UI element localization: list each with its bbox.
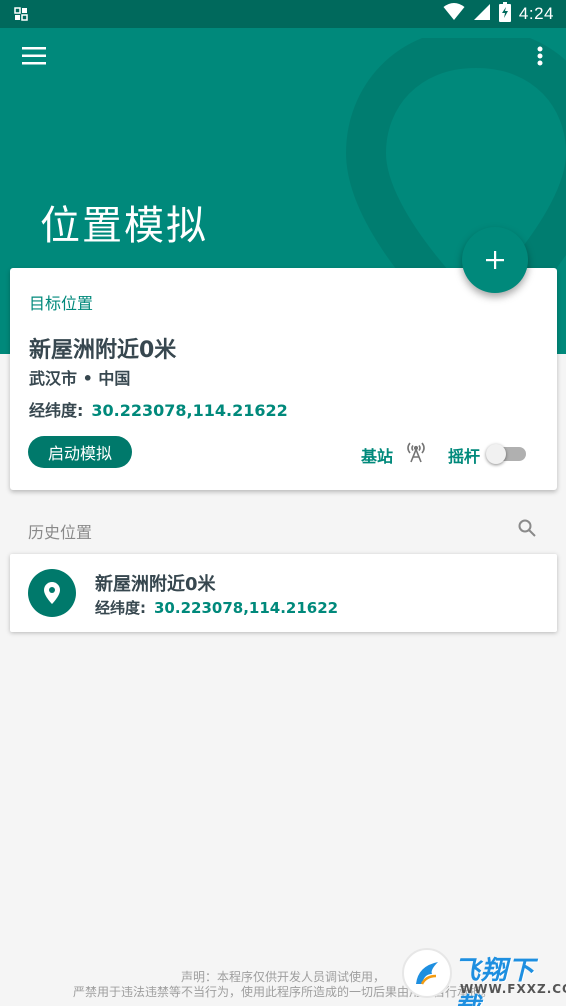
target-section-label: 目标位置 — [29, 294, 94, 313]
coordinates-value: 30.223078,114.21622 — [91, 401, 288, 420]
base-station-label[interactable]: 基站 — [361, 443, 393, 467]
site-logo-url: WWW.FXXZ.COM — [460, 982, 566, 996]
battery-icon — [498, 2, 511, 26]
history-list-item[interactable]: 新屋洲附近0米 经纬度: 30.223078,114.21622 — [10, 554, 557, 632]
site-watermark-logo: 飞翔下载 WWW.FXXZ.COM — [400, 946, 566, 1006]
signal-icon — [473, 3, 491, 25]
add-location-fab[interactable] — [462, 227, 528, 293]
target-coordinates: 经纬度: 30.223078,114.21622 — [29, 397, 288, 421]
site-logo-icon — [402, 948, 452, 998]
joystick-label: 摇杆 — [448, 447, 481, 466]
location-pin-icon — [28, 569, 76, 617]
more-options-button[interactable] — [528, 42, 552, 70]
add-icon — [486, 251, 504, 269]
search-icon — [518, 519, 536, 537]
status-clock: 4:24 — [518, 4, 554, 23]
start-simulation-button[interactable]: 启动模拟 — [28, 436, 132, 468]
coordinates-label: 经纬度: — [95, 599, 146, 617]
menu-button[interactable] — [18, 42, 50, 70]
notification-icon — [14, 6, 28, 25]
history-item-name: 新屋洲附近0米 — [95, 574, 216, 595]
coordinates-label: 经纬度: — [29, 401, 84, 420]
menu-icon — [22, 47, 46, 65]
target-location-city: 武汉市 • 中国 — [29, 369, 131, 388]
status-bar: 4:24 — [0, 0, 566, 28]
wifi-icon — [443, 3, 465, 25]
coordinates-value: 30.223078,114.21622 — [154, 599, 339, 617]
cell-tower-icon[interactable] — [406, 441, 426, 467]
site-logo-text: 飞翔下载 — [454, 956, 536, 1006]
history-section-header: 历史位置 — [28, 523, 93, 542]
history-item-coordinates: 经纬度: 30.223078,114.21622 — [95, 597, 338, 618]
page-title: 位置模拟 — [40, 203, 208, 249]
toggle-thumb — [486, 444, 506, 464]
joystick-toggle[interactable] — [486, 444, 526, 464]
history-search-button[interactable] — [517, 518, 537, 542]
target-location-card: 目标位置 新屋洲附近0米 武汉市 • 中国 经纬度: 30.223078,114.… — [10, 268, 557, 490]
target-location-name: 新屋洲附近0米 — [29, 338, 177, 363]
more-vert-icon — [537, 46, 543, 66]
